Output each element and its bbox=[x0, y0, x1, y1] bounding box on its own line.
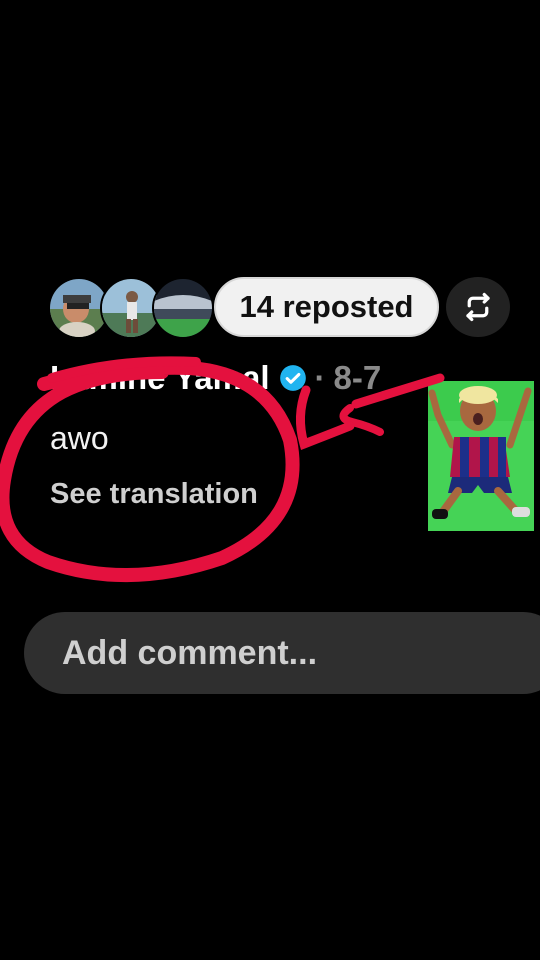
comment-date: 8-7 bbox=[333, 359, 382, 396]
separator-dot: · bbox=[314, 359, 326, 396]
reposted-count-label: 14 reposted bbox=[239, 289, 414, 324]
see-translation-link[interactable]: See translation bbox=[50, 478, 258, 511]
reposters-row[interactable]: 14 reposted bbox=[48, 277, 510, 339]
reposted-count-pill[interactable]: 14 reposted bbox=[214, 277, 439, 337]
verified-badge-icon bbox=[279, 365, 306, 391]
comment-author-line: Lamine Yamal · 8-7 bbox=[50, 356, 381, 400]
repost-button[interactable] bbox=[446, 277, 510, 337]
repost-icon bbox=[466, 292, 490, 322]
reposter-avatar-3[interactable] bbox=[152, 277, 214, 339]
add-comment-bar[interactable] bbox=[24, 612, 540, 694]
author-name[interactable]: Lamine Yamal bbox=[50, 359, 270, 397]
cartoon-sticker bbox=[428, 381, 534, 531]
comment-text: awo bbox=[50, 420, 109, 456]
add-comment-input[interactable] bbox=[60, 632, 484, 674]
